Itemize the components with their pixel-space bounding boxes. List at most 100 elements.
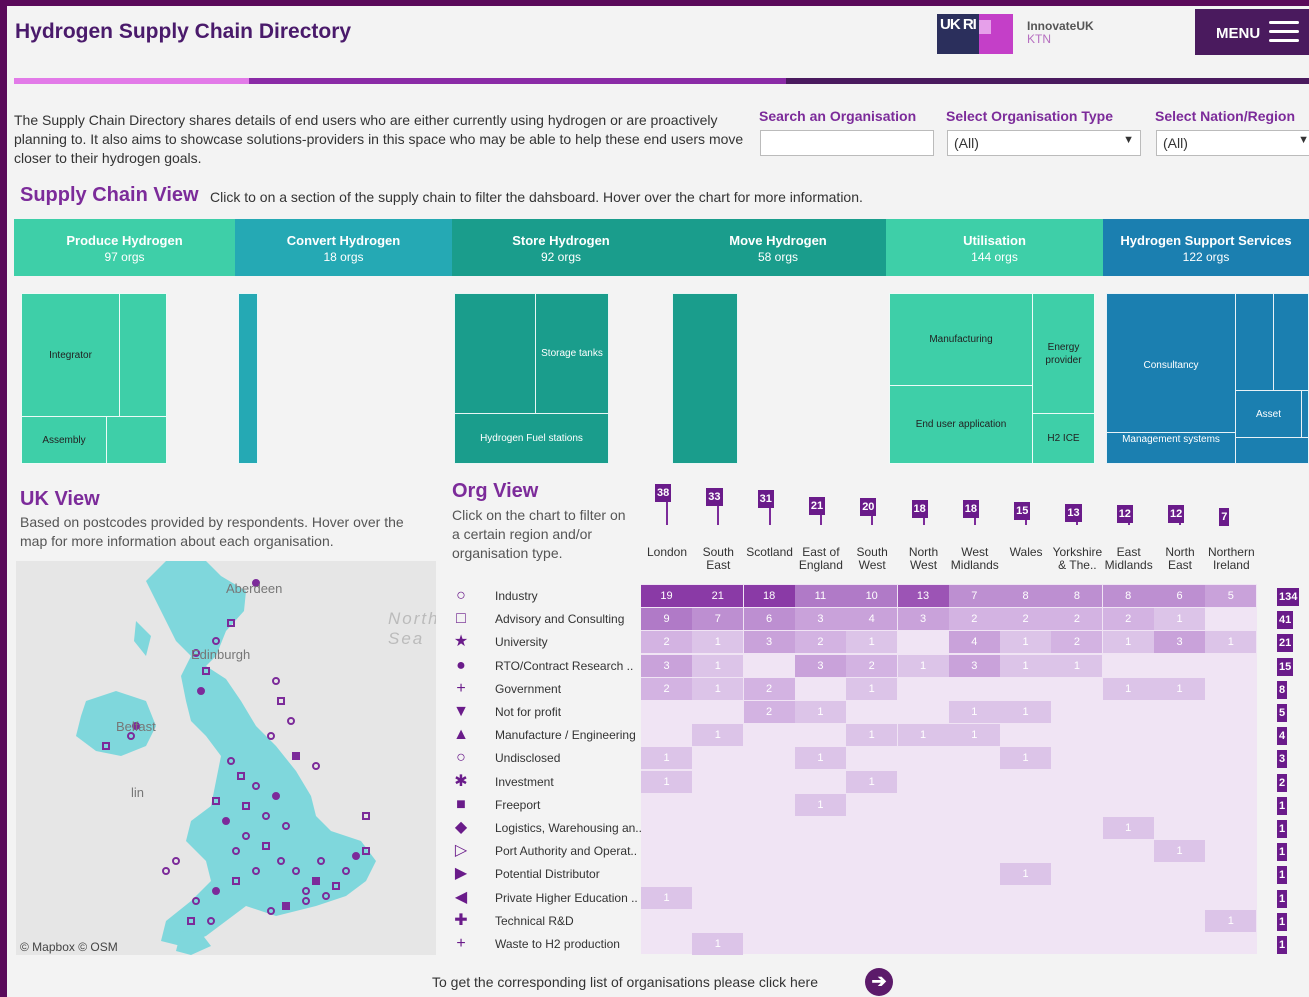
heatmap-cell[interactable]: 2 xyxy=(743,701,795,723)
map-marker[interactable] xyxy=(192,897,200,905)
region-label[interactable]: Scotland xyxy=(744,546,796,559)
map-marker[interactable] xyxy=(102,742,110,750)
row-total-badge[interactable]: 41 xyxy=(1277,611,1294,630)
treemap-cell[interactable] xyxy=(454,293,536,414)
heatmap-cell[interactable]: 1 xyxy=(794,793,846,816)
heatmap-cell[interactable]: 1 xyxy=(794,747,846,770)
map-marker[interactable] xyxy=(317,857,325,865)
heatmap-cell[interactable]: 13 xyxy=(897,585,949,607)
region-total-badge[interactable]: 12 xyxy=(1168,504,1185,523)
region-label[interactable]: Northern Ireland xyxy=(1205,546,1257,572)
heatmap-cell[interactable]: 2 xyxy=(1051,608,1103,631)
category-convert-hydrogen[interactable]: Convert Hydrogen 18 orgs xyxy=(235,219,452,276)
heatmap-cell[interactable]: 9 xyxy=(641,608,692,631)
org-type-label[interactable]: Manufacture / Engineering xyxy=(495,728,645,742)
map-marker[interactable] xyxy=(302,897,310,905)
row-total-badge[interactable]: 2 xyxy=(1277,773,1288,792)
heatmap-cell[interactable]: 1 xyxy=(1154,677,1205,700)
heatmap-cell[interactable]: 7 xyxy=(948,585,1000,607)
heatmap-cell[interactable]: 18 xyxy=(743,585,795,607)
heatmap-cell[interactable]: 21 xyxy=(692,585,744,607)
heatmap-cell[interactable]: 2 xyxy=(948,608,1000,631)
heatmap-cell[interactable]: 1 xyxy=(1102,631,1154,654)
row-total-badge[interactable]: 1 xyxy=(1277,820,1288,838)
org-type-label[interactable]: Logistics, Warehousing an.. xyxy=(495,821,645,835)
heatmap-cell[interactable]: 2 xyxy=(794,631,846,654)
org-type-label[interactable]: Advisory and Consulting xyxy=(495,612,645,626)
heatmap-cell[interactable]: 1 xyxy=(846,770,898,793)
map-marker[interactable] xyxy=(242,802,250,810)
row-total-badge[interactable]: 15 xyxy=(1277,657,1294,676)
row-total-badge[interactable]: 1 xyxy=(1277,912,1288,931)
heatmap-cell[interactable]: 2 xyxy=(1000,608,1052,631)
region-total-badge[interactable]: 13 xyxy=(1065,503,1082,522)
map-marker[interactable] xyxy=(197,687,205,695)
heatmap-cell[interactable]: 1 xyxy=(948,724,1000,747)
heatmap-cell[interactable]: 1 xyxy=(897,654,949,677)
heatmap-cell[interactable]: 2 xyxy=(641,677,692,700)
heatmap-cell[interactable]: 1 xyxy=(846,677,898,700)
heatmap-cell[interactable]: 3 xyxy=(897,608,949,631)
heatmap-cell[interactable]: 1 xyxy=(692,654,744,677)
region-label[interactable]: North East xyxy=(1154,546,1206,572)
heatmap-cell[interactable]: 10 xyxy=(846,585,898,607)
org-type-label[interactable]: Not for profit xyxy=(495,705,645,719)
region-label[interactable]: London xyxy=(641,546,693,559)
heatmap-cell[interactable]: 1 xyxy=(1154,608,1205,631)
map-marker[interactable] xyxy=(227,757,235,765)
category-utilisation[interactable]: Utilisation 144 orgs xyxy=(886,219,1103,276)
heatmap-cell[interactable]: 4 xyxy=(948,631,1000,654)
treemap-storage-tanks[interactable]: Storage tanks xyxy=(535,293,609,414)
region-total-badge[interactable]: 21 xyxy=(808,497,826,516)
heatmap-cell[interactable]: 1 xyxy=(794,701,846,723)
region-total-badge[interactable]: 38 xyxy=(655,484,672,502)
treemap-cell[interactable] xyxy=(106,416,167,464)
heatmap-cell[interactable]: 1 xyxy=(1154,840,1205,863)
org-type-label[interactable]: Private Higher Education .. xyxy=(495,891,645,905)
heatmap-cell[interactable]: 1 xyxy=(1000,654,1052,677)
map-marker[interactable] xyxy=(287,717,295,725)
region-label[interactable]: Yorkshire & The.. xyxy=(1051,546,1103,572)
heatmap-cell[interactable]: 11 xyxy=(794,585,846,607)
region-total-badge[interactable]: 33 xyxy=(706,487,723,506)
map-marker[interactable] xyxy=(342,867,350,875)
heatmap-cell[interactable]: 5 xyxy=(1205,585,1257,607)
map-marker[interactable] xyxy=(332,882,340,890)
heatmap-cell[interactable]: 1 xyxy=(692,631,744,654)
org-type-label[interactable]: Undisclosed xyxy=(495,751,645,765)
heatmap-cell[interactable]: 6 xyxy=(1154,585,1205,607)
map-marker[interactable] xyxy=(222,817,230,825)
map-marker[interactable] xyxy=(252,782,260,790)
treemap-management-systems[interactable]: Management systems xyxy=(1106,432,1236,464)
category-move-hydrogen[interactable]: Move Hydrogen 58 orgs xyxy=(670,219,886,276)
region-label[interactable]: Wales xyxy=(1000,546,1052,559)
map-marker[interactable] xyxy=(282,822,290,830)
org-type-label[interactable]: Technical R&D xyxy=(495,914,645,928)
treemap-cell[interactable] xyxy=(1273,293,1309,391)
heatmap-cell[interactable]: 1 xyxy=(1000,701,1052,723)
heatmap-cell[interactable]: 1 xyxy=(1051,654,1103,677)
treemap-asset[interactable]: Asset xyxy=(1235,390,1302,438)
heatmap-cell[interactable]: 3 xyxy=(794,608,846,631)
heatmap-cell[interactable]: 8 xyxy=(1102,585,1154,607)
row-total-badge[interactable]: 1 xyxy=(1277,936,1288,954)
row-total-badge[interactable]: 4 xyxy=(1277,727,1288,746)
row-total-badge[interactable]: 1 xyxy=(1277,796,1288,815)
map-marker[interactable] xyxy=(242,832,250,840)
org-type-label[interactable]: Industry xyxy=(495,589,645,603)
org-type-label[interactable]: Potential Distributor xyxy=(495,867,645,881)
treemap-cell[interactable] xyxy=(1301,390,1309,438)
map-marker[interactable] xyxy=(302,887,310,895)
heatmap-cell[interactable]: 1 xyxy=(641,747,692,770)
heatmap-cell[interactable]: 8 xyxy=(1051,585,1103,607)
row-total-badge[interactable]: 21 xyxy=(1277,634,1294,653)
org-type-label[interactable]: Freeport xyxy=(495,798,645,812)
region-total-badge[interactable]: 20 xyxy=(860,498,877,517)
heatmap-cell[interactable]: 1 xyxy=(641,886,692,909)
map-marker[interactable] xyxy=(277,697,285,705)
heatmap-cell[interactable]: 1 xyxy=(1000,631,1052,654)
heatmap-cell[interactable]: 8 xyxy=(1000,585,1052,607)
map-marker[interactable] xyxy=(237,772,245,780)
heatmap-cell[interactable]: 19 xyxy=(641,585,692,607)
treemap-cell[interactable] xyxy=(119,293,167,417)
